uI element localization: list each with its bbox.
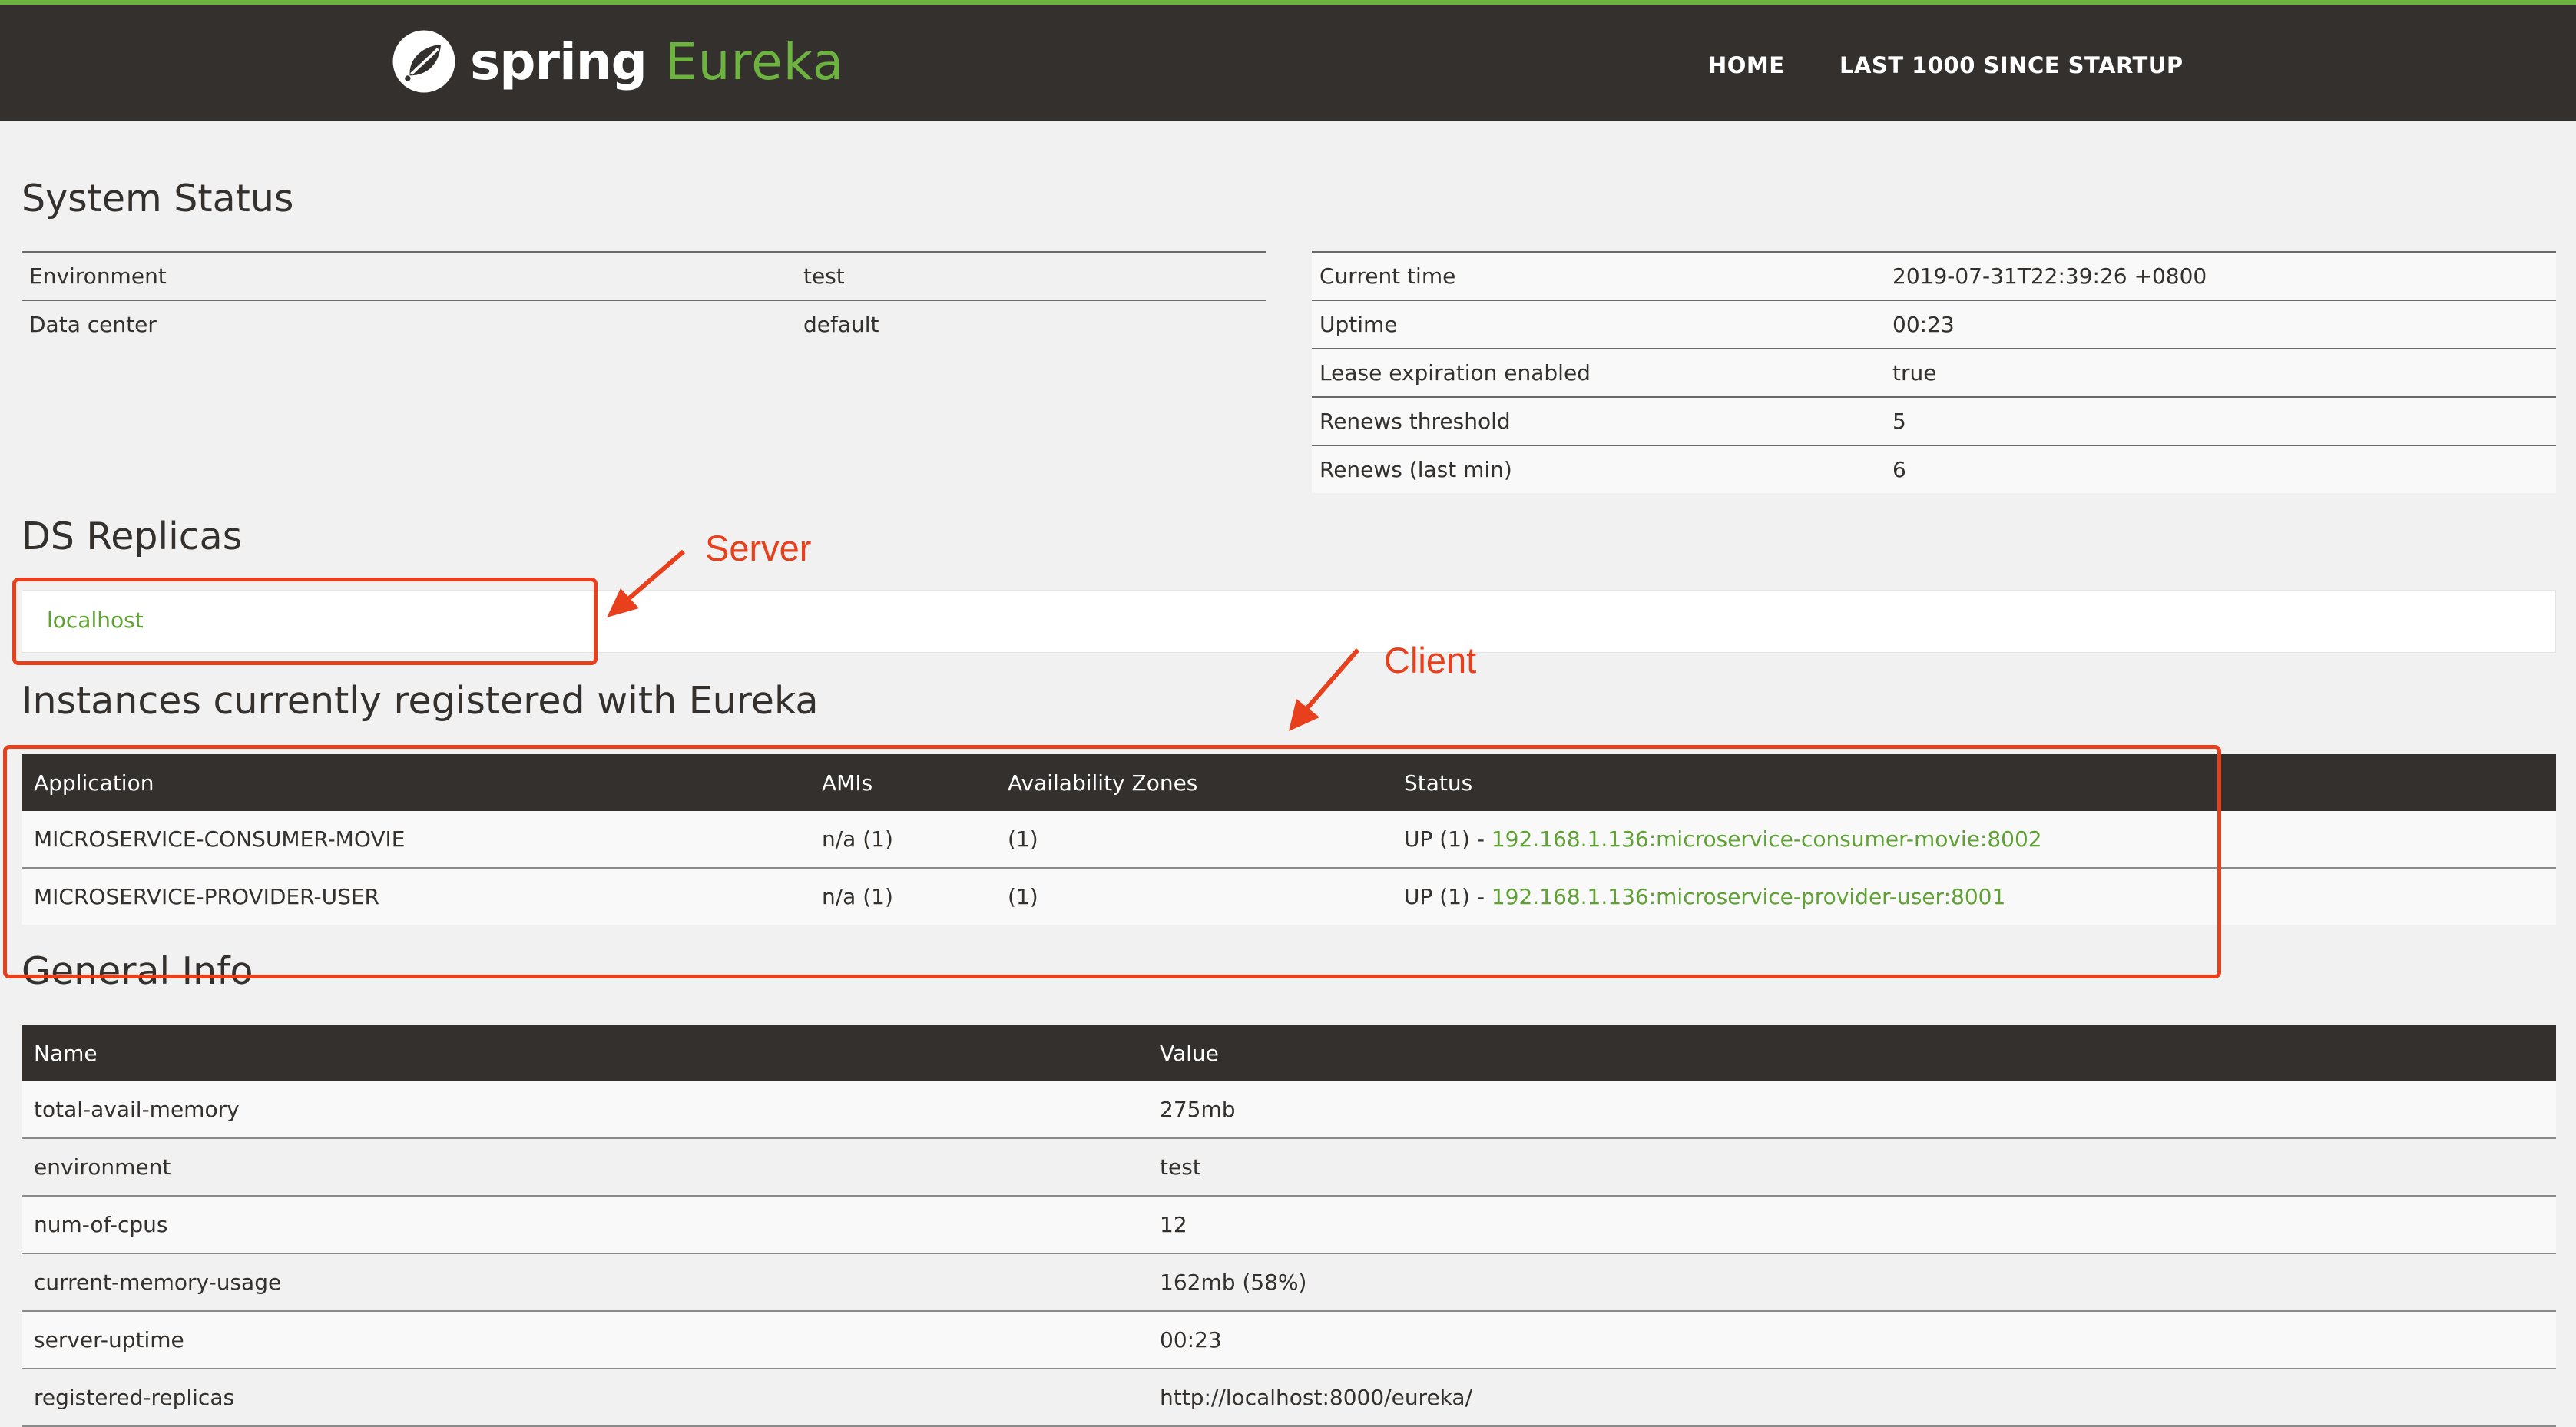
table-row: Environment test	[22, 251, 1266, 300]
info-value: http://localhost:8000/eureka/	[1147, 1369, 2556, 1427]
table-row: MICROSERVICE-CONSUMER-MOVIE n/a (1) (1) …	[22, 811, 2556, 869]
table-row: Renews (last min) 6	[1312, 445, 2556, 493]
amis-value: n/a (1)	[810, 811, 995, 869]
status-value: default	[796, 300, 1266, 348]
logo-spring-text: spring	[470, 31, 647, 91]
client-annotation-label: Client	[1384, 640, 1477, 680]
status-cell: UP (1) - 192.168.1.136:microservice-cons…	[1392, 811, 2556, 869]
system-status-title: System Status	[22, 177, 294, 220]
application-name: MICROSERVICE-CONSUMER-MOVIE	[22, 811, 810, 869]
info-name: registered-replicas	[22, 1369, 1147, 1427]
status-value: true	[1885, 348, 2556, 397]
zones-value: (1)	[1008, 884, 1038, 909]
info-name: environment	[22, 1138, 1147, 1197]
system-status-right-table: Current time 2019-07-31T22:39:26 +0800 U…	[1312, 251, 2556, 493]
table-row: Renews threshold 5	[1312, 396, 2556, 445]
status-value: test	[796, 251, 1266, 300]
table-row: registered-replicas http://localhost:800…	[22, 1369, 2556, 1427]
status-label: Environment	[22, 251, 796, 300]
status-label: Uptime	[1312, 300, 1885, 349]
info-value: 162mb (58%)	[1147, 1253, 2556, 1312]
table-header-row: Application AMIs Availability Zones Stat…	[22, 754, 2556, 811]
info-value: 12	[1147, 1196, 2556, 1254]
general-info-title: General Info	[22, 949, 253, 993]
column-header-value: Value	[1147, 1025, 2556, 1081]
server-annotation-label: Server	[705, 528, 812, 568]
instances-table: Application AMIs Availability Zones Stat…	[22, 754, 2556, 925]
column-header-availability-zones: Availability Zones	[995, 754, 1392, 811]
amis-value: n/a (1)	[822, 884, 893, 909]
table-row: Uptime 00:23	[1312, 300, 2556, 349]
status-prefix: UP (1) -	[1404, 884, 1492, 909]
column-header-amis: AMIs	[810, 754, 995, 811]
spring-leaf-icon	[392, 30, 455, 93]
application-name: MICROSERVICE-PROVIDER-USER	[34, 884, 379, 909]
column-header-status: Status	[1392, 754, 2556, 811]
info-name: num-of-cpus	[22, 1196, 1147, 1254]
status-value: 2019-07-31T22:39:26 +0800	[1885, 251, 2556, 300]
table-row: Data center default	[22, 300, 1266, 348]
table-row: server-uptime 00:23	[22, 1311, 2556, 1369]
system-status-left-table: Environment test Data center default	[22, 251, 1266, 348]
table-row: Current time 2019-07-31T22:39:26 +0800	[1312, 251, 2556, 300]
general-info-table: Name Value total-avail-memory 275mb envi…	[22, 1025, 2556, 1427]
logo-eureka-text: Eureka	[664, 31, 845, 91]
info-name: total-avail-memory	[22, 1081, 1147, 1139]
instances-title: Instances currently registered with Eure…	[22, 679, 819, 723]
navbar: spring Eureka HOME LAST 1000 SINCE START…	[0, 0, 2576, 121]
status-label: Data center	[22, 300, 796, 348]
status-cell: UP (1) - 192.168.1.136:microservice-prov…	[1392, 868, 2556, 925]
spring-eureka-logo[interactable]: spring Eureka	[389, 23, 844, 100]
info-name: current-memory-usage	[22, 1253, 1147, 1312]
instance-status-link[interactable]: 192.168.1.136:microservice-consumer-movi…	[1492, 826, 2042, 852]
table-header-row: Name Value	[22, 1025, 2556, 1081]
status-value: 00:23	[1885, 300, 2556, 349]
status-prefix: UP (1) -	[1404, 826, 1492, 852]
table-row: num-of-cpus 12	[22, 1196, 2556, 1254]
table-row: total-avail-memory 275mb	[22, 1081, 2556, 1139]
instance-status-link[interactable]: 192.168.1.136:microservice-provider-user…	[1492, 884, 2005, 909]
table-row: current-memory-usage 162mb (58%)	[22, 1253, 2556, 1312]
status-label: Current time	[1312, 251, 1885, 300]
client-arrow-icon	[1289, 648, 1360, 731]
table-row: environment test	[22, 1138, 2556, 1197]
nav-home-link[interactable]: HOME	[1708, 52, 1785, 78]
column-header-name: Name	[22, 1025, 1147, 1081]
table-row: MICROSERVICE-PROVIDER-USER n/a (1) (1) U…	[22, 868, 2556, 925]
info-value: test	[1147, 1138, 2556, 1197]
ds-replicas-list: localhost	[22, 590, 2556, 653]
info-name: server-uptime	[22, 1311, 1147, 1369]
nav-last-1000-link[interactable]: LAST 1000 SINCE STARTUP	[1839, 52, 2184, 78]
zones-value: (1)	[995, 811, 1392, 869]
status-label: Renews threshold	[1312, 396, 1885, 445]
status-label: Lease expiration enabled	[1312, 348, 1885, 397]
ds-replicas-title: DS Replicas	[22, 515, 243, 558]
status-label: Renews (last min)	[1312, 445, 1885, 493]
column-header-application: Application	[22, 754, 810, 811]
table-row: Lease expiration enabled true	[1312, 348, 2556, 397]
info-value: 00:23	[1147, 1311, 2556, 1369]
replica-localhost-link[interactable]: localhost	[47, 608, 144, 633]
status-value: 6	[1885, 445, 2556, 493]
status-value: 5	[1885, 396, 2556, 445]
info-value: 275mb	[1147, 1081, 2556, 1139]
